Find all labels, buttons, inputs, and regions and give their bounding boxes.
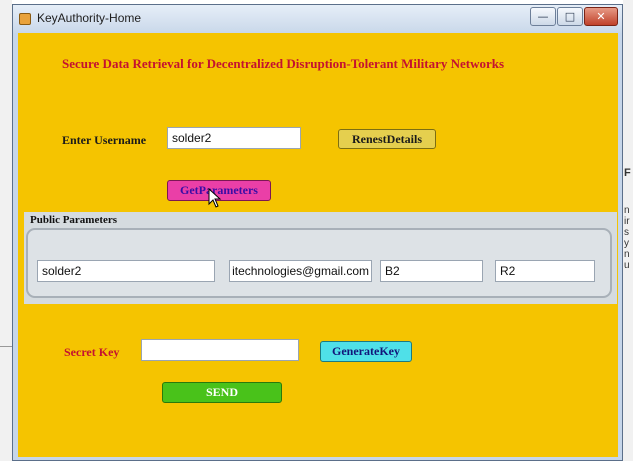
minimize-button[interactable]: — [530, 7, 556, 26]
param-b-field[interactable]: B2 [380, 260, 483, 282]
public-parameters-title: Public Parameters [30, 214, 118, 226]
mouse-cursor-icon [208, 188, 222, 208]
param-username-field[interactable]: solder2 [37, 260, 215, 282]
generate-key-button[interactable]: GenerateKey [320, 341, 412, 362]
username-input[interactable]: solder2 [167, 127, 301, 149]
background-page-rule [0, 346, 12, 347]
username-label: Enter Username [62, 133, 147, 147]
param-email-field[interactable]: itechnologies@gmail.com [229, 260, 372, 282]
background-page-left [0, 0, 12, 461]
maximize-button[interactable]: □ [557, 7, 583, 26]
window-title: KeyAuthority-Home [37, 11, 142, 25]
java-cup-icon [19, 13, 31, 25]
background-page-text: F n ir s y n u [624, 167, 631, 272]
send-button[interactable]: SEND [162, 382, 282, 403]
page-heading: Secure Data Retrieval for Decentralized … [62, 56, 505, 71]
param-r-field[interactable]: R2 [495, 260, 595, 282]
secret-key-input[interactable] [141, 339, 299, 361]
request-details-button[interactable]: RenestDetails [338, 129, 436, 149]
secret-key-label: Secret Key [64, 345, 120, 359]
close-button[interactable]: ✕ [584, 7, 618, 26]
param-email-value: itechnologies@gmail.com [232, 264, 369, 278]
